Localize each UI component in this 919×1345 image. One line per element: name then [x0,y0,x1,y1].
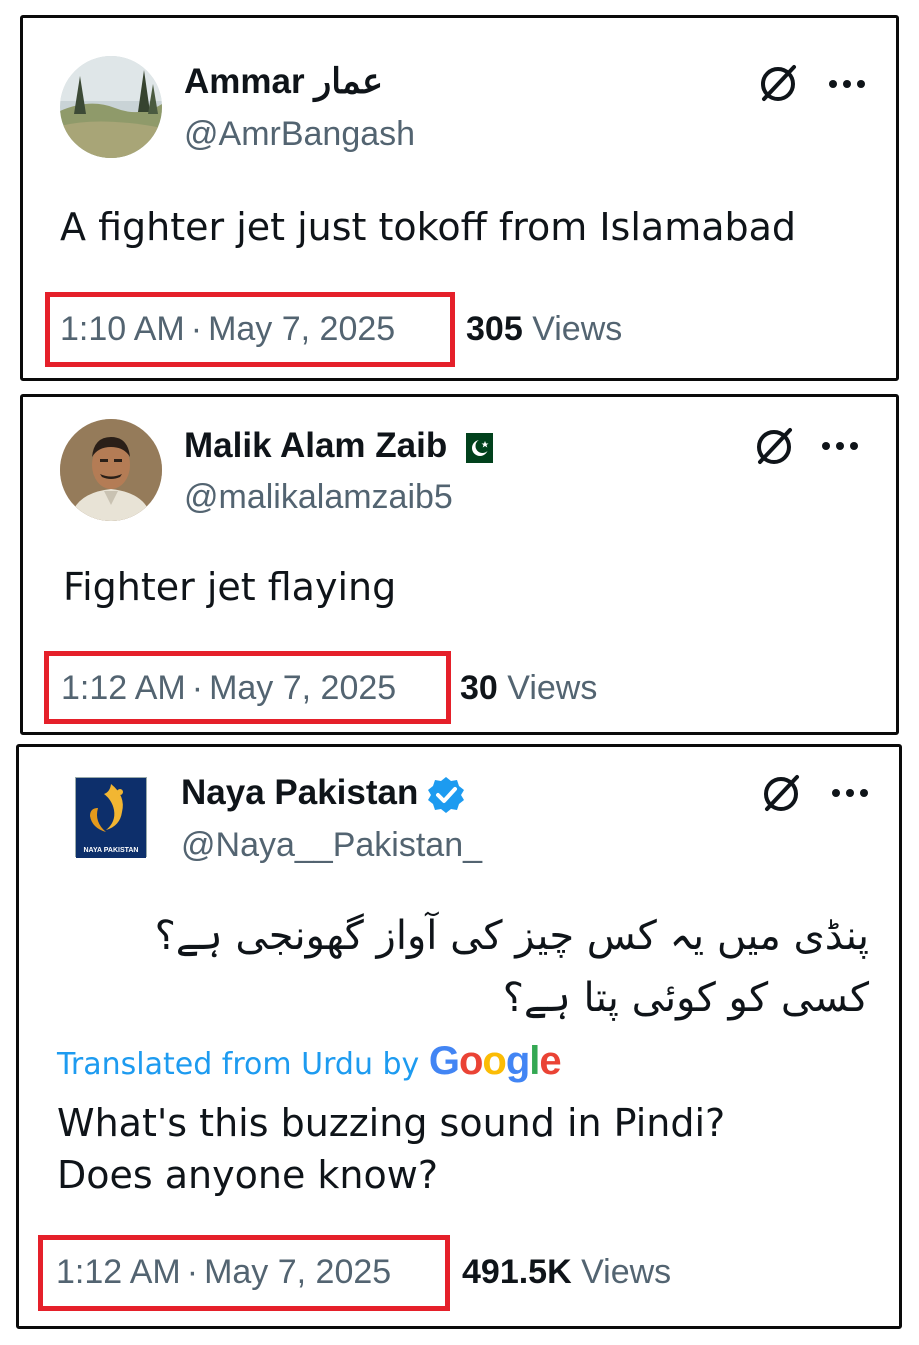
translation-text: What's this buzzing sound in Pindi? Does… [57,1097,725,1201]
separator: · [191,669,204,707]
display-name[interactable]: Malik Alam Zaib [184,426,494,466]
views-label: Views [532,310,623,348]
grok-icon[interactable] [750,423,798,471]
tweet-card-ammar[interactable]: Ammar عمار @AmrBangash A fighter jet jus… [20,15,899,381]
tweet-meta: 1:12 AM · May 7, 2025 [56,1253,391,1292]
tweet-time[interactable]: 1:12 AM [56,1253,181,1291]
avatar[interactable]: NAYA PAKISTAN [75,777,147,858]
tweet-time[interactable]: 1:12 AM [61,669,186,707]
views-count: 305 [466,310,523,348]
translated-label: Translated from Urdu by [57,1047,420,1082]
display-name[interactable]: Ammar عمار [184,62,383,102]
separator: · [190,310,203,348]
views-label: Views [507,669,598,707]
logo-text: NAYA PAKISTAN [76,844,146,858]
separator: · [186,1253,199,1291]
views[interactable]: 491.5K Views [462,1253,671,1292]
views[interactable]: 305 Views [466,310,622,349]
tweet-meta: 1:10 AM · May 7, 2025 [60,310,395,349]
translated-from-urdu[interactable]: Translated from Urdu by Google [57,1039,562,1084]
tweet-text-urdu-line1: پنڈی میں یہ کس چیز کی آواز گھونجی ہے؟ [154,913,869,959]
tweet-card-malik[interactable]: Malik Alam Zaib @malikalamzaib5 Fighter … [20,394,899,735]
grok-icon[interactable] [757,770,805,818]
display-name[interactable]: Naya Pakistan [181,773,466,815]
verified-badge-icon [428,776,465,813]
naya-pakistan-logo-icon [76,778,146,840]
more-options-icon[interactable] [827,78,867,90]
tweet-text: Fighter jet flaying [63,565,397,609]
tweet-date[interactable]: May 7, 2025 [208,310,395,348]
tweet-card-naya-pakistan[interactable]: NAYA PAKISTAN Naya Pakistan @Naya__Pakis… [16,744,902,1329]
avatar[interactable] [60,56,162,158]
tweet-meta: 1:12 AM · May 7, 2025 [61,669,396,708]
user-handle[interactable]: @malikalamzaib5 [184,478,453,517]
google-logo: Google [428,1039,562,1083]
tweet-date[interactable]: May 7, 2025 [209,669,396,707]
views-count: 491.5K [462,1253,572,1291]
more-options-icon[interactable] [820,440,860,452]
views-label: Views [581,1253,672,1291]
tweet-text: A fighter jet just tokoff from Islamabad [60,205,797,249]
tweet-time[interactable]: 1:10 AM [60,310,185,348]
more-options-icon[interactable] [830,787,870,799]
display-name-text: Malik Alam Zaib [184,426,448,465]
user-handle[interactable]: @Naya__Pakistan_ [181,826,482,865]
views[interactable]: 30 Views [460,669,597,708]
translation-line1: What's this buzzing sound in Pindi? [57,1101,726,1145]
user-handle[interactable]: @AmrBangash [184,115,415,154]
grok-icon[interactable] [754,60,802,108]
tweet-date[interactable]: May 7, 2025 [204,1253,391,1291]
translation-line2: Does anyone know? [57,1153,439,1197]
tweet-text-urdu-line2: کسی کو کوئی پتا ہے؟ [502,975,869,1021]
avatar[interactable] [60,419,162,521]
display-name-text: Naya Pakistan [181,773,419,812]
views-count: 30 [460,669,498,707]
pakistan-flag-icon [457,432,494,463]
